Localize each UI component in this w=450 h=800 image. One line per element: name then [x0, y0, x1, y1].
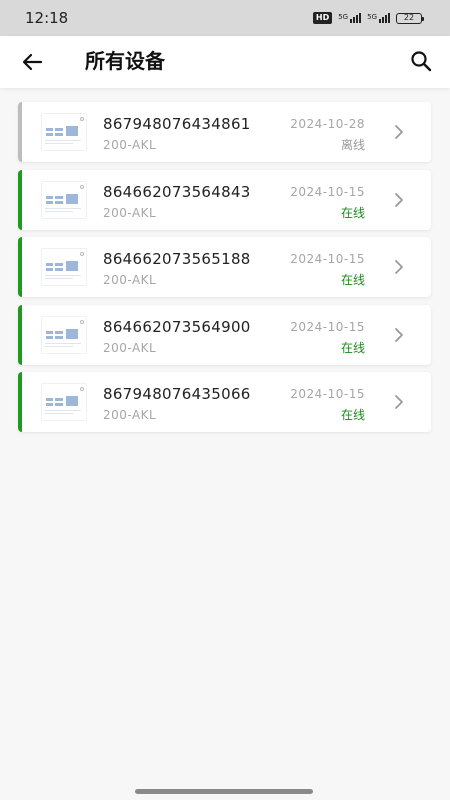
device-list: 867948076434861 200-AKL 2024-10-28 离线 86… [18, 102, 431, 440]
chevron-right-icon [393, 394, 405, 410]
status-indicator-strip [18, 169, 22, 230]
device-status: 在线 [340, 273, 365, 287]
status-indicator-strip [18, 237, 22, 297]
device-card[interactable]: 867948076435066 200-AKL 2024-10-15 在线 [18, 372, 431, 432]
device-id: 867948076434861 [103, 115, 251, 133]
chevron-right-icon [393, 327, 405, 343]
device-thumbnail-icon [41, 315, 87, 354]
device-id: 864662073564900 [103, 317, 251, 336]
device-status: 在线 [340, 340, 365, 355]
device-date: 2024-10-15 [290, 184, 365, 199]
device-status: 在线 [340, 205, 365, 220]
device-date: 2024-10-15 [290, 252, 365, 266]
device-date: 2024-10-15 [290, 387, 365, 401]
home-indicator[interactable] [135, 789, 313, 794]
hd-voice-icon: HD [312, 12, 333, 24]
device-thumbnail-icon [41, 248, 87, 286]
status-indicator-strip [18, 372, 22, 432]
chevron-right-icon [393, 259, 405, 275]
device-id: 864662073564843 [103, 182, 251, 201]
device-status: 离线 [340, 138, 365, 152]
device-thumbnail-icon [41, 113, 87, 151]
device-id: 867948076435066 [103, 385, 251, 403]
chevron-right-icon [393, 124, 405, 140]
device-status: 在线 [340, 408, 365, 422]
device-id: 864662073565188 [103, 250, 251, 268]
back-arrow-icon[interactable] [20, 49, 46, 75]
device-model: 200-AKL [103, 273, 157, 287]
device-model: 200-AKL [103, 408, 157, 422]
status-indicator-strip [18, 102, 22, 162]
device-card[interactable]: 864662073565188 200-AKL 2024-10-15 在线 [18, 237, 431, 297]
device-card[interactable]: 867948076434861 200-AKL 2024-10-28 离线 [18, 102, 431, 162]
signal-icon-2: 5G [367, 13, 390, 23]
status-bar: 12:18 HD 5G 5G 22 [0, 0, 450, 36]
app-bar: 所有设备 [0, 36, 450, 88]
device-date: 2024-10-15 [290, 319, 365, 334]
status-indicator-strip [18, 304, 22, 365]
device-thumbnail-icon [41, 180, 87, 219]
device-model: 200-AKL [103, 138, 157, 152]
search-icon[interactable] [408, 48, 434, 74]
device-card[interactable]: 864662073564843 200-AKL 2024-10-15 在线 [18, 169, 431, 230]
status-time: 12:18 [25, 9, 69, 27]
device-model: 200-AKL [103, 205, 157, 220]
battery-icon: 22 [396, 12, 424, 24]
device-model: 200-AKL [103, 340, 157, 355]
status-icons: HD 5G 5G 22 [312, 12, 424, 24]
chevron-right-icon [393, 192, 405, 208]
device-date: 2024-10-28 [290, 117, 365, 131]
device-card[interactable]: 864662073564900 200-AKL 2024-10-15 在线 [18, 304, 431, 365]
device-thumbnail-icon [41, 383, 87, 421]
page-title: 所有设备 [85, 49, 165, 73]
signal-icon-1: 5G [338, 13, 362, 23]
